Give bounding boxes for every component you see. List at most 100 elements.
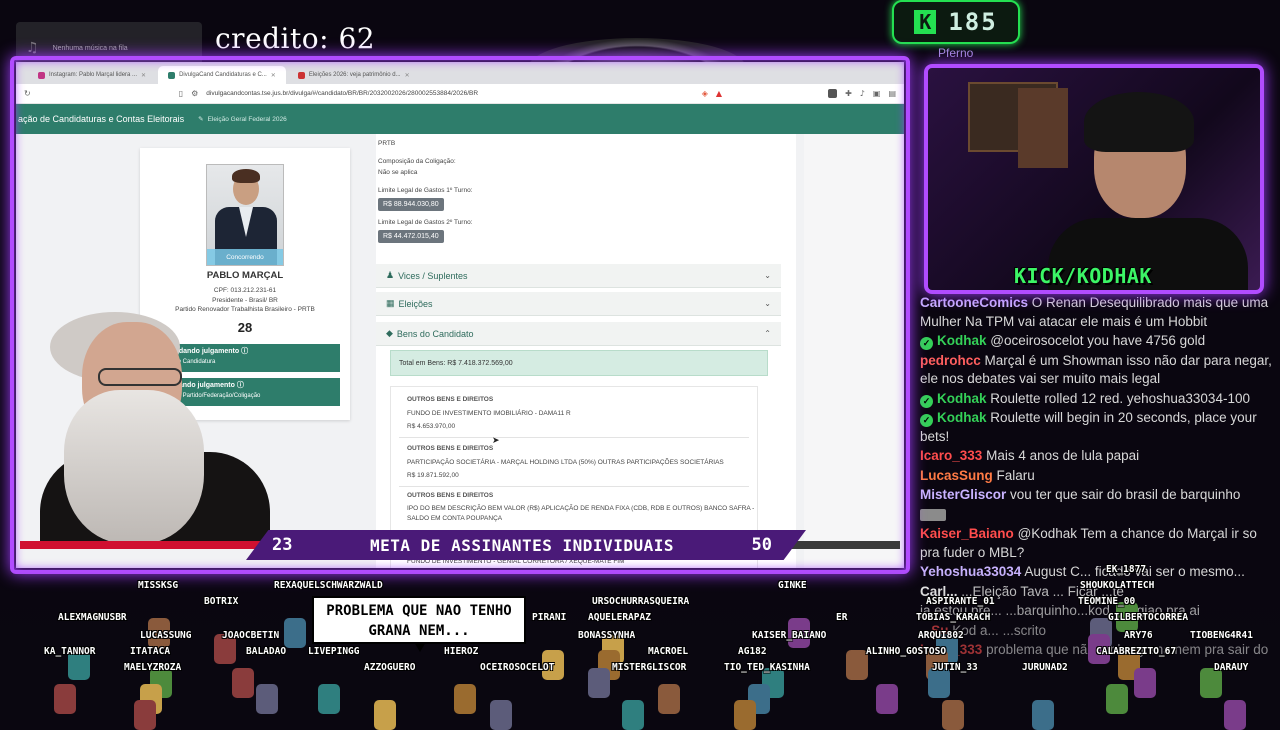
sprite-name-tag: BALADAO bbox=[246, 646, 287, 657]
pixel-sprite bbox=[232, 668, 254, 698]
pixel-sprite bbox=[734, 700, 756, 730]
wallet-icon[interactable]: ▤ bbox=[888, 89, 896, 98]
pixel-sprite bbox=[846, 650, 868, 680]
webcam-feed: KICK/KODHAK bbox=[928, 68, 1260, 290]
chat-username[interactable]: pedrohcc bbox=[920, 353, 981, 368]
pixel-sprite bbox=[1224, 700, 1246, 730]
browser-tab-divulgacand[interactable]: DivulgaCand Candidaturas e C... ✕ bbox=[158, 66, 286, 84]
close-icon[interactable]: ✕ bbox=[141, 72, 146, 79]
chat-username[interactable]: Kodhak bbox=[937, 410, 987, 425]
credit-counter: credito: 62 bbox=[215, 22, 376, 55]
tab-strip: Instagram: Pablo Marçal lidera ... ✕ Div… bbox=[16, 62, 904, 84]
close-icon[interactable]: ✕ bbox=[271, 72, 276, 79]
chevron-down-icon: ⌄ bbox=[764, 271, 771, 280]
kick-count: 185 bbox=[948, 8, 998, 36]
photo-hair bbox=[232, 169, 260, 183]
election-subtitle[interactable]: ✎ Eleição Geral Federal 2026 bbox=[198, 115, 287, 124]
sprite-name-tag: BONASSYNHA bbox=[578, 630, 636, 641]
pixel-sprite bbox=[54, 684, 76, 714]
sprite-name-tag: LIVEPINGG bbox=[308, 646, 360, 657]
speech-text: PROBLEMA QUE NAO TENHO GRANA NEM... bbox=[326, 603, 512, 639]
chat-username[interactable]: LucasSung bbox=[920, 468, 993, 483]
speech-bubble: PROBLEMA QUE NAO TENHO GRANA NEM... bbox=[312, 596, 526, 652]
users-icon: ♟ bbox=[386, 270, 395, 280]
brave-shield-icon[interactable]: ◈ bbox=[702, 89, 708, 98]
chat-text: @oceirosocelot you have 4756 gold bbox=[990, 333, 1206, 348]
sprite-name-tag: AQUELERAPAZ bbox=[588, 612, 651, 623]
accordion-bens[interactable]: ◆ Bens do Candidato ⌃ bbox=[376, 322, 781, 346]
chat-username[interactable]: CartooneComics bbox=[920, 295, 1028, 310]
chat-message: Icaro_333 Mais 4 anos de lula papai bbox=[920, 447, 1276, 466]
pixel-sprite bbox=[318, 684, 340, 714]
pixel-sprite bbox=[134, 700, 156, 730]
kick-channel-label: KICK/KODHAK bbox=[1014, 264, 1152, 288]
sprite-name-tag: ASPIRANTE_01 bbox=[926, 596, 995, 607]
g1-favicon-icon bbox=[297, 71, 305, 79]
sprite-name-tag: PIRANI bbox=[532, 612, 567, 623]
asset-description: FUNDO DE INVESTIMENTO IMOBILIÁRIO - DAMA… bbox=[407, 409, 571, 417]
sprite-name-tag: ALINHO_GOSTOSO bbox=[866, 646, 947, 657]
bookmark-icon[interactable]: ▯ bbox=[179, 89, 183, 98]
pixel-sprite bbox=[1106, 684, 1128, 714]
site-info-icon[interactable]: ⚙ bbox=[191, 89, 198, 98]
url-field[interactable]: divulgacandcontas.tse.jus.br/divulga/#/c… bbox=[206, 90, 693, 97]
divider bbox=[399, 437, 749, 438]
total-label: Total em Bens: bbox=[399, 359, 446, 367]
page-gutter bbox=[804, 134, 904, 568]
sprite-name-tag: ARQUI802 bbox=[918, 630, 964, 641]
chat-message bbox=[920, 506, 1276, 525]
chat-username[interactable]: MisterGliscor bbox=[920, 487, 1006, 502]
close-icon[interactable]: ✕ bbox=[405, 72, 410, 79]
accordion-vices[interactable]: ♟ Vices / Suplentes ⌄ bbox=[376, 264, 781, 288]
extensions-puzzle-icon[interactable]: ✚ bbox=[845, 89, 852, 98]
sprite-name-tag: ARY76 bbox=[1124, 630, 1153, 641]
accordion-eleicoes[interactable]: ▦ Eleições ⌄ bbox=[376, 292, 781, 316]
sprite-name-tag: ER bbox=[836, 612, 848, 623]
chat-message: LucasSung Falaru bbox=[920, 467, 1276, 486]
sprite-name-tag: CALABREZITO_67 bbox=[1096, 646, 1177, 657]
person-cap bbox=[1084, 92, 1194, 152]
party-abbr: PRTB bbox=[378, 140, 396, 147]
verified-badge-icon: ✓ bbox=[920, 414, 933, 427]
chat-message: ✓ Kodhak Roulette rolled 12 red. yehoshua… bbox=[920, 390, 1276, 409]
asset-value: R$ 19.871.592,00 bbox=[407, 472, 459, 479]
chat-username[interactable]: Kaiser_Baiano bbox=[920, 526, 1014, 541]
sprite-name-tag: JUTIN_33 bbox=[932, 662, 978, 673]
sprite-name-tag: AZZOGUERO bbox=[364, 662, 416, 673]
total-assets-box: Total em Bens: R$ 7.418.372.569,00 bbox=[390, 350, 768, 376]
asset-description: PARTICIPAÇÃO SOCIETÁRIA - MARÇAL HOLDING… bbox=[407, 458, 724, 466]
wall-frame bbox=[1018, 88, 1068, 168]
chat-username[interactable]: Kodhak bbox=[937, 391, 987, 406]
tab-label: Eleições 2026: veja patrimônio d... bbox=[308, 72, 401, 78]
sprite-name-tag: JOAOCBETIN bbox=[222, 630, 280, 641]
chat-username[interactable]: Kodhak bbox=[937, 333, 987, 348]
sidebar-icon[interactable]: ▣ bbox=[873, 89, 881, 98]
sprite-name-tag: DARAUY bbox=[1214, 662, 1249, 673]
pixel-sprite bbox=[876, 684, 898, 714]
chat-message: ✓ Kodhak Roulette will begin in 20 second… bbox=[920, 409, 1276, 446]
verified-badge-icon: ✓ bbox=[920, 337, 933, 350]
browser-tab-eleicoes[interactable]: Eleições 2026: veja patrimônio d... ✕ bbox=[288, 66, 420, 84]
candidate-details-panel: PRTB Composição da Coligação: Não se apl… bbox=[376, 134, 796, 568]
media-icon[interactable]: ♪ bbox=[860, 89, 865, 98]
warning-icon[interactable]: ▲ bbox=[716, 89, 722, 98]
pixel-sprite bbox=[658, 684, 680, 714]
reload-icon[interactable]: ↻ bbox=[24, 89, 31, 98]
chat-text: vou ter que sair do brasil de barquinho bbox=[1010, 487, 1241, 502]
streamer-camera bbox=[20, 302, 270, 544]
browser-tab-instagram[interactable]: Instagram: Pablo Marçal lidera ... ✕ bbox=[28, 66, 156, 84]
candidate-name: PABLO MARÇAL bbox=[206, 270, 284, 281]
sprite-name-tag: OCEIROSOCELOT bbox=[480, 662, 555, 673]
chat-message: ✓ Kodhak @oceirosocelot you have 4756 gol… bbox=[920, 332, 1276, 351]
pixel-sprite bbox=[942, 700, 964, 730]
extension-icon[interactable] bbox=[828, 89, 838, 98]
asset-category: OUTROS BENS E DIREITOS bbox=[407, 492, 494, 499]
sprite-name-tag: MAELYZROZA bbox=[124, 662, 182, 673]
sprite-name-tag: JURUNAD2 bbox=[1022, 662, 1068, 673]
accordion-label: Vices / Suplentes bbox=[398, 270, 468, 281]
chat-username[interactable]: Icaro_333 bbox=[920, 448, 982, 463]
pixel-sprite bbox=[284, 618, 306, 648]
sprite-name-tag: HIEROZ bbox=[444, 646, 479, 657]
chat-user-partial: Pferno bbox=[938, 46, 974, 60]
candidate-photo: Concorrendo bbox=[206, 164, 284, 266]
